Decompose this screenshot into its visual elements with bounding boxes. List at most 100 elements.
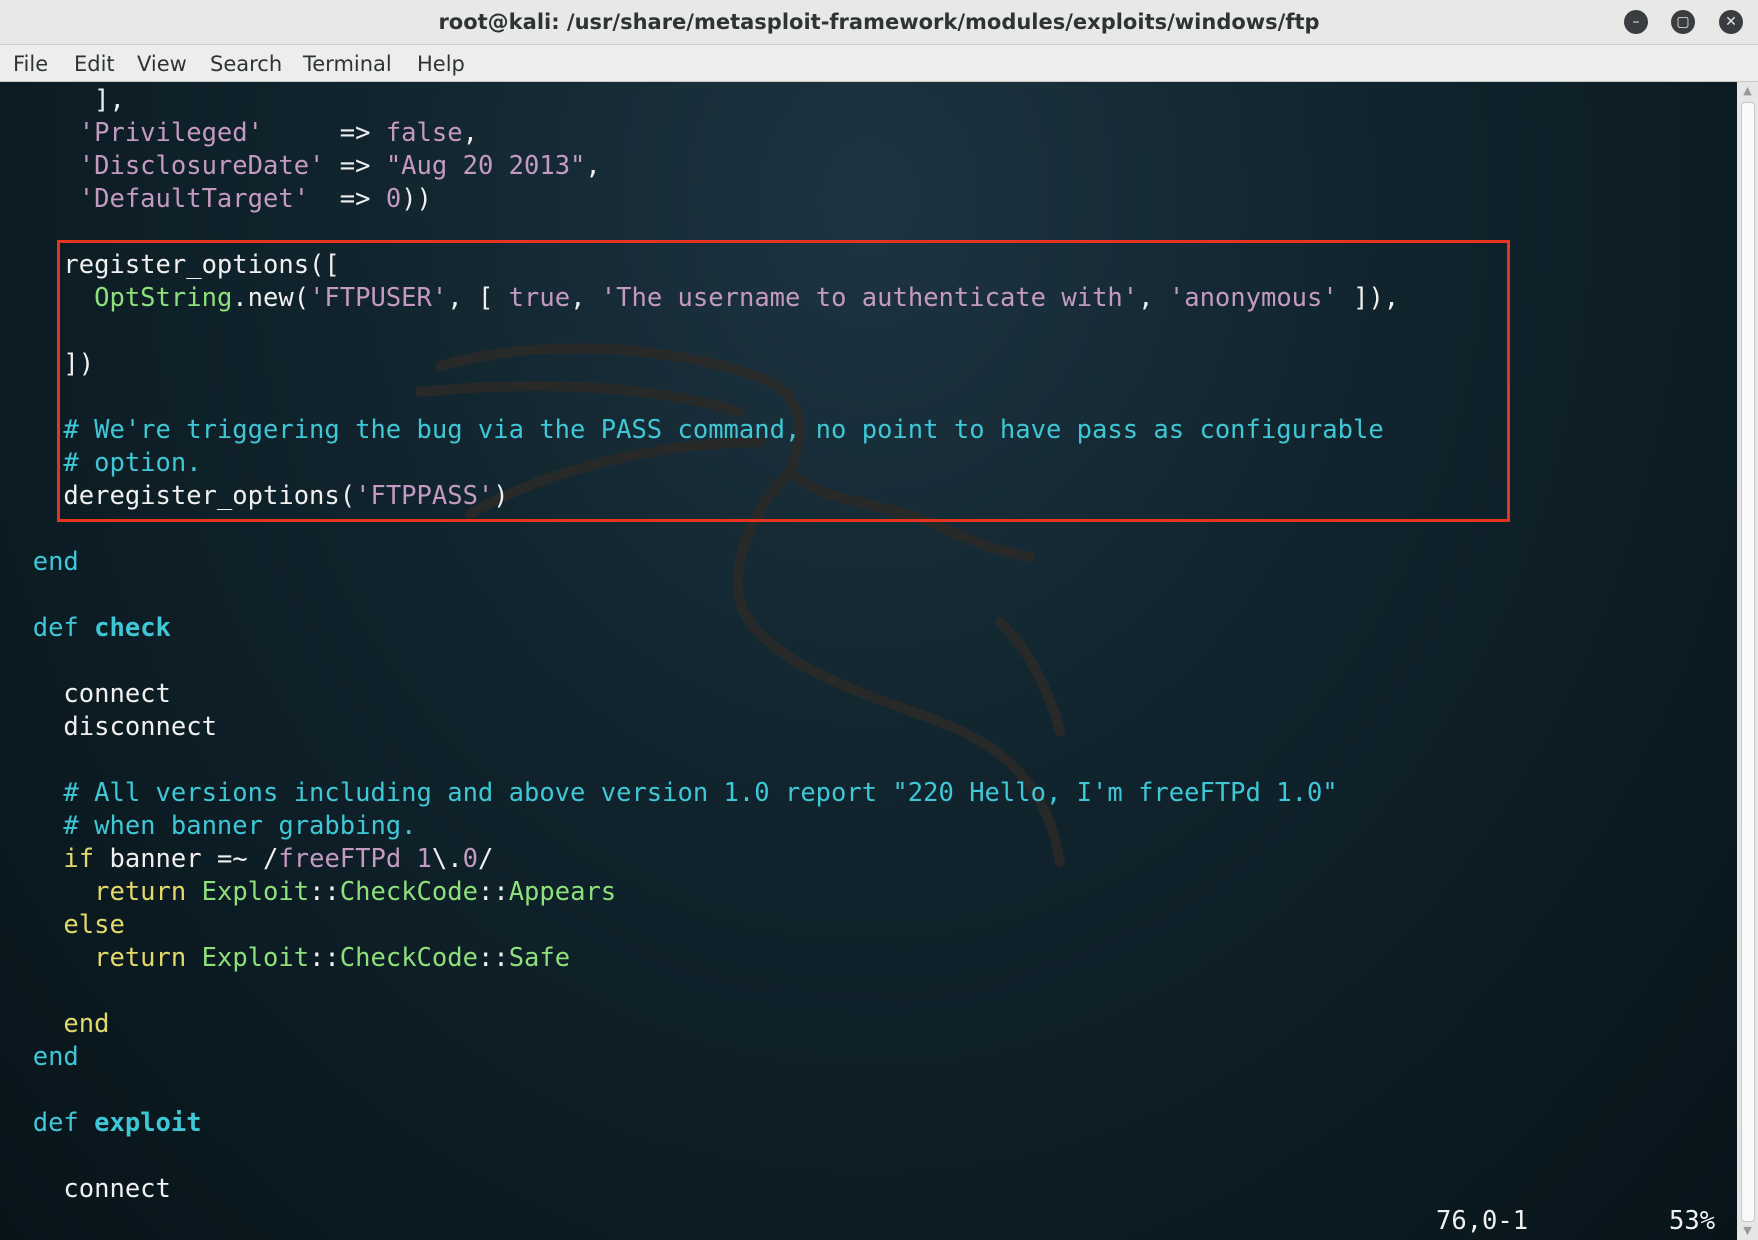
code-token: , [585,151,601,181]
code-line: def check [2,612,171,645]
menu-terminal[interactable]: Terminal [303,45,392,81]
menu-edit[interactable]: Edit [74,45,115,81]
terminal-window: root@kali: /usr/share/metasploit-framewo… [0,0,1758,1240]
code-token: ], [2,85,125,115]
code-token: check [94,613,171,643]
code-token: :: [309,943,340,973]
code-line: end [2,1041,79,1074]
code-token: 'DefaultTarget' [78,184,310,214]
code-token: return [94,877,187,907]
code-token: => [309,184,386,214]
code-line: # All versions including and above versi… [2,777,1338,810]
menu-bar: File Edit View Search Terminal Help [0,45,1758,82]
code-line: # when banner grabbing. [2,810,417,843]
code-token: Appears [508,877,617,907]
code-token: false [385,118,463,148]
terminal-content[interactable]: ], 'Privileged' => false, 'DisclosureDat… [0,82,1737,1240]
code-token: => [324,151,386,181]
code-line: ], [2,84,125,117]
code-token: 0 [462,844,478,874]
title-bar[interactable]: root@kali: /usr/share/metasploit-framewo… [0,0,1758,45]
minimize-icon[interactable]: – [1624,10,1648,34]
code-token: , [462,118,478,148]
code-token: end [32,547,79,577]
code-token: :: [309,877,340,907]
code-token: :: [477,877,509,907]
menu-view[interactable]: View [137,45,187,81]
code-token: connect [2,679,171,709]
code-token: if [63,844,95,874]
code-token: / [478,844,494,874]
window-title: root@kali: /usr/share/metasploit-framewo… [438,10,1320,34]
code-token: \. [431,844,463,874]
scroll-up-icon[interactable]: ▲ [1737,82,1758,100]
code-line: else [2,909,125,942]
code-token: Safe [508,943,571,973]
scrollbar-thumb[interactable] [1741,102,1755,1222]
code-token: def [32,613,79,643]
code-token: CheckCode [339,877,478,907]
menu-file[interactable]: File [13,45,48,81]
menu-help[interactable]: Help [417,45,465,81]
code-token: 0 [385,184,402,214]
code-line: end [2,546,79,579]
code-token: freeFTPd 1 [278,844,432,874]
close-icon[interactable]: ✕ [1719,10,1743,34]
scrollbar[interactable]: ▲ ▼ [1737,82,1758,1240]
code-token: disconnect [2,712,217,742]
code-line: return Exploit::CheckCode::Appears [2,876,616,909]
code-token: Exploit [201,877,310,907]
cursor-position: 76,0-1 [1436,1206,1529,1236]
code-token: 'DisclosureDate' [78,151,325,181]
code-token: CheckCode [339,943,478,973]
code-line: def exploit [2,1107,202,1140]
code-token: :: [477,943,509,973]
code-line: 'DisclosureDate' => "Aug 20 2013", [2,150,601,183]
code-token: def [32,1108,79,1138]
code-token: # All versions including and above versi… [2,778,1338,808]
highlight-box [57,240,1510,522]
code-line: if banner =~ /freeFTPd 1\.0/ [2,843,493,876]
code-token: exploit [94,1108,202,1138]
code-token: / [263,844,279,874]
code-token: 'Privileged' [78,118,263,148]
code-token: "Aug 20 2013" [385,151,586,181]
scroll-down-icon[interactable]: ▼ [1737,1222,1758,1240]
code-line: return Exploit::CheckCode::Safe [2,942,570,975]
code-token: return [94,943,187,973]
code-token: end [32,1042,79,1072]
code-token: banner =~ [94,844,264,874]
maximize-icon[interactable]: ▢ [1671,10,1695,34]
code-token: end [63,1009,110,1039]
code-line: 'Privileged' => false, [2,117,478,150]
code-line: connect [2,678,171,711]
code-token: => [263,118,386,148]
code-line: end [2,1008,109,1041]
code-token: )) [401,184,432,214]
code-token: else [63,910,125,940]
code-token: Exploit [201,943,310,973]
code-token: # when banner grabbing. [2,811,417,841]
code-line: disconnect [2,711,217,744]
scroll-percent: 53% [1669,1206,1716,1236]
code-line: 'DefaultTarget' => 0)) [2,183,432,216]
menu-search[interactable]: Search [210,45,282,81]
code-token: connect [2,1174,171,1204]
code-line: connect [2,1173,171,1206]
